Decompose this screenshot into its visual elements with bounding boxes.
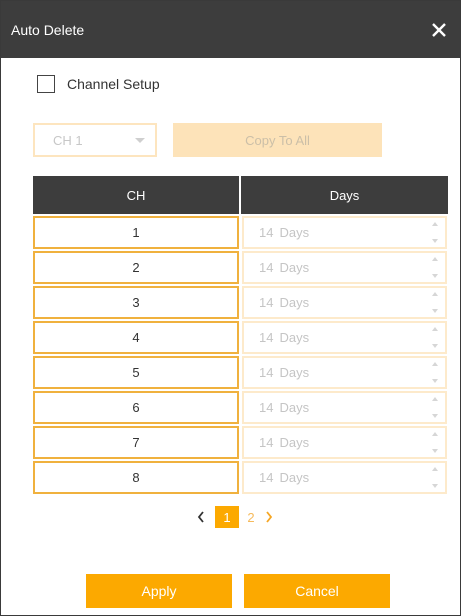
days-spinner[interactable]: 14 Days [242, 216, 447, 249]
days-column-header: Days [241, 176, 448, 214]
table-header: CH Days [33, 176, 448, 214]
spinner-arrows [432, 467, 438, 488]
increment-icon[interactable] [432, 467, 438, 471]
days-value[interactable]: 14 [259, 400, 273, 415]
days-unit-label: Days [279, 470, 310, 485]
table-row: 2 14 Days [33, 251, 448, 284]
apply-button[interactable]: Apply [86, 574, 232, 608]
days-value[interactable]: 14 [259, 435, 273, 450]
increment-icon[interactable] [432, 327, 438, 331]
pagination: 1 2 [195, 506, 275, 528]
spinner-arrows [432, 362, 438, 383]
channel-cell[interactable]: 5 [33, 356, 239, 389]
cancel-button[interactable]: Cancel [244, 574, 390, 608]
days-value[interactable]: 14 [259, 225, 273, 240]
channel-setup-checkbox[interactable] [37, 75, 55, 93]
days-value[interactable]: 14 [259, 330, 273, 345]
days-spinner[interactable]: 14 Days [242, 251, 447, 284]
decrement-icon[interactable] [432, 449, 438, 453]
ch-column-header: CH [33, 176, 239, 214]
auto-delete-table: CH Days 1 14 Days 2 14 Days 3 14 Days 4 14 Days 5 14 D… [33, 176, 448, 494]
increment-icon[interactable] [432, 257, 438, 261]
table-row: 7 14 Days [33, 426, 448, 459]
page-2-button[interactable]: 2 [239, 506, 263, 528]
spinner-arrows [432, 397, 438, 418]
copy-to-all-button[interactable]: Copy To All [173, 123, 382, 157]
increment-icon[interactable] [432, 362, 438, 366]
table-row: 5 14 Days [33, 356, 448, 389]
title-bar: Auto Delete [1, 1, 460, 58]
table-row: 4 14 Days [33, 321, 448, 354]
decrement-icon[interactable] [432, 344, 438, 348]
decrement-icon[interactable] [432, 414, 438, 418]
page-1-button[interactable]: 1 [215, 506, 239, 528]
days-unit-label: Days [279, 295, 310, 310]
days-value[interactable]: 14 [259, 295, 273, 310]
days-spinner[interactable]: 14 Days [242, 461, 447, 494]
spinner-arrows [432, 292, 438, 313]
days-unit-label: Days [279, 435, 310, 450]
increment-icon[interactable] [432, 292, 438, 296]
table-row: 6 14 Days [33, 391, 448, 424]
prev-page-button[interactable] [195, 506, 207, 528]
days-unit-label: Days [279, 225, 310, 240]
spinner-arrows [432, 432, 438, 453]
increment-icon[interactable] [432, 222, 438, 226]
auto-delete-dialog: Auto Delete Channel Setup CH 1 Copy To A… [0, 0, 461, 616]
channel-select-value: CH 1 [53, 132, 83, 148]
spinner-arrows [432, 222, 438, 243]
chevron-left-icon [197, 511, 204, 523]
days-unit-label: Days [279, 365, 310, 380]
close-button[interactable] [428, 19, 450, 41]
increment-icon[interactable] [432, 397, 438, 401]
dialog-title: Auto Delete [11, 21, 85, 38]
channel-setup-label: Channel Setup [67, 76, 160, 92]
days-unit-label: Days [279, 400, 310, 415]
spinner-arrows [432, 257, 438, 278]
next-page-button[interactable] [263, 506, 275, 528]
channel-select[interactable]: CH 1 [33, 123, 157, 157]
decrement-icon[interactable] [432, 239, 438, 243]
channel-cell[interactable]: 7 [33, 426, 239, 459]
days-spinner[interactable]: 14 Days [242, 356, 447, 389]
days-spinner[interactable]: 14 Days [242, 286, 447, 319]
table-row: 1 14 Days [33, 216, 448, 249]
decrement-icon[interactable] [432, 484, 438, 488]
decrement-icon[interactable] [432, 274, 438, 278]
increment-icon[interactable] [432, 432, 438, 436]
channel-cell[interactable]: 2 [33, 251, 239, 284]
caret-down-icon [135, 138, 145, 143]
days-value[interactable]: 14 [259, 365, 273, 380]
table-row: 8 14 Days [33, 461, 448, 494]
days-value[interactable]: 14 [259, 470, 273, 485]
channel-cell[interactable]: 3 [33, 286, 239, 319]
days-spinner[interactable]: 14 Days [242, 321, 447, 354]
decrement-icon[interactable] [432, 309, 438, 313]
channel-cell[interactable]: 4 [33, 321, 239, 354]
close-icon [432, 22, 446, 37]
channel-cell[interactable]: 1 [33, 216, 239, 249]
days-unit-label: Days [279, 260, 310, 275]
days-unit-label: Days [279, 330, 310, 345]
channel-setup[interactable]: Channel Setup [37, 75, 160, 93]
days-spinner[interactable]: 14 Days [242, 391, 447, 424]
days-spinner[interactable]: 14 Days [242, 426, 447, 459]
table-row: 3 14 Days [33, 286, 448, 319]
chevron-right-icon [266, 511, 273, 523]
spinner-arrows [432, 327, 438, 348]
days-value[interactable]: 14 [259, 260, 273, 275]
channel-cell[interactable]: 6 [33, 391, 239, 424]
channel-cell[interactable]: 8 [33, 461, 239, 494]
decrement-icon[interactable] [432, 379, 438, 383]
